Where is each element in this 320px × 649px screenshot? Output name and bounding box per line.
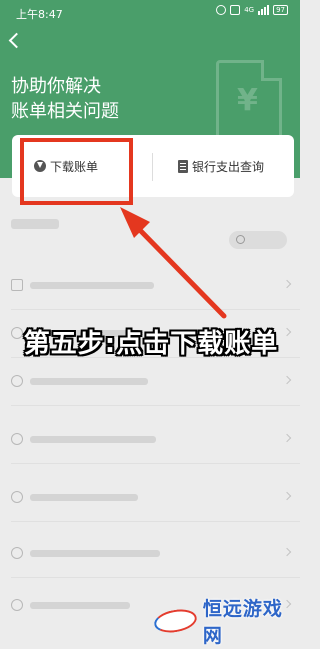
chevron-right-icon [282, 547, 292, 557]
watermark-logo-icon [152, 606, 199, 636]
network-type: 4G [244, 6, 255, 14]
faq-item-text-blurred [30, 378, 148, 385]
alarm-icon [216, 5, 227, 15]
highlight-box [20, 138, 133, 205]
headline-line-2: 账单相关问题 [11, 101, 119, 122]
divider [11, 405, 300, 406]
headline-line-1: 协助你解决 [11, 76, 101, 97]
status-bar: 上午8:47 4G 97 [0, 0, 300, 24]
card-divider [152, 153, 153, 181]
step-caption: 第五步:点击下载账单 [23, 328, 279, 359]
chevron-right-icon [282, 491, 292, 501]
question-icon [11, 375, 23, 387]
faq-item[interactable] [0, 261, 300, 309]
document-icon [178, 159, 188, 173]
status-time: 上午8:47 [16, 8, 63, 21]
vibrate-icon [230, 5, 241, 15]
faq-item[interactable] [0, 473, 300, 521]
divider [11, 463, 300, 464]
faq-title-blurred [11, 219, 59, 229]
chevron-right-icon [282, 433, 292, 443]
faq-item[interactable] [0, 357, 300, 405]
chevron-right-icon [282, 375, 292, 385]
site-watermark: 恒远游戏网 [152, 598, 300, 647]
search-icon [236, 235, 245, 244]
faq-item-text-blurred [30, 282, 154, 289]
faq-item-text-blurred [30, 550, 160, 557]
faq-search-button[interactable] [229, 231, 287, 249]
bank-expense-query-label: 银行支出查询 [192, 159, 265, 174]
yuan-symbol: ¥ [237, 83, 258, 118]
battery-icon: 97 [273, 5, 288, 15]
divider [11, 577, 300, 578]
faq-item[interactable] [0, 529, 300, 577]
status-icons: 4G 97 [216, 5, 288, 15]
divider [11, 521, 300, 522]
back-arrow-icon[interactable] [6, 30, 24, 52]
page-headline: 协助你解决 账单相关问题 [11, 74, 119, 124]
faq-item[interactable] [0, 415, 300, 463]
faq-item-text-blurred [30, 494, 138, 501]
faq-item-text-blurred [30, 436, 156, 443]
faq-list [0, 205, 300, 649]
question-icon [11, 433, 23, 445]
watermark-text: 恒远游戏网 [202, 598, 283, 647]
question-icon [11, 279, 23, 291]
bill-document-illustration: ¥ [216, 60, 282, 144]
question-icon [11, 547, 23, 559]
signal-icon [258, 5, 270, 15]
question-icon [11, 491, 23, 503]
question-icon [11, 599, 23, 611]
bank-expense-query-button[interactable]: 银行支出查询 [178, 135, 264, 197]
faq-header [0, 205, 300, 249]
faq-item-text-blurred [30, 602, 130, 609]
chevron-right-icon [282, 279, 292, 289]
